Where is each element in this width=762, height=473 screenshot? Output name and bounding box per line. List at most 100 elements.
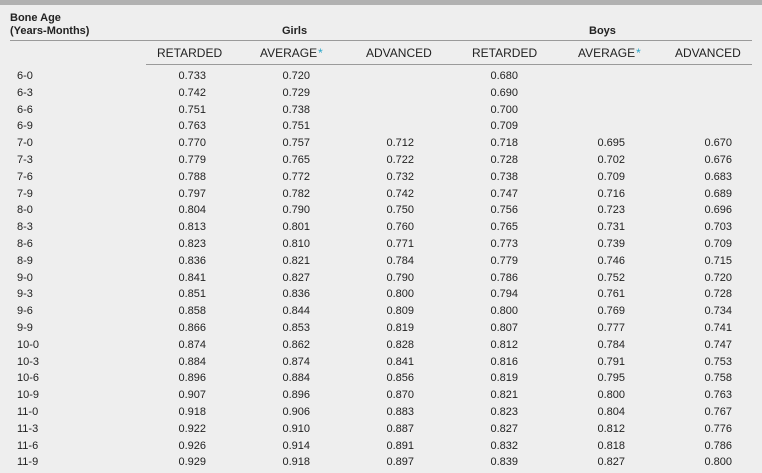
boys-advanced-cell: 0.747 xyxy=(704,338,732,351)
boys-retarded-header: RETARDED xyxy=(472,46,538,60)
girls-average-cell: 0.827 xyxy=(282,271,310,284)
girls-retarded-cell: 0.823 xyxy=(178,237,206,250)
girls-average-cell: 0.720 xyxy=(282,70,310,82)
boys-average-cell: 0.761 xyxy=(597,288,625,301)
table-row: 6-6 0.751 0.738 0.700 xyxy=(0,102,762,119)
boys-average-cell: 0.818 xyxy=(597,439,625,452)
girls-average-cell: 0.751 xyxy=(282,120,310,133)
bone-age-cell: 11-3 xyxy=(17,422,39,435)
asterisk-mark: * xyxy=(318,46,323,60)
girls-retarded-cell: 0.858 xyxy=(178,305,206,318)
girls-average-cell: 0.729 xyxy=(282,86,310,99)
boys-retarded-cell: 0.823 xyxy=(490,405,518,418)
girls-retarded-cell: 0.922 xyxy=(178,422,206,435)
bone-age-cell: 8-0 xyxy=(17,204,33,217)
girls-average-cell: 0.782 xyxy=(282,187,310,200)
girls-average-cell: 0.914 xyxy=(282,439,310,452)
table-row: 9-6 0.858 0.844 0.809 0.800 0.769 0.734 xyxy=(0,303,762,320)
table-row: 11-9 0.929 0.918 0.897 0.839 0.827 0.800 xyxy=(0,454,762,471)
boys-retarded-cell: 0.728 xyxy=(490,153,518,166)
girls-average-cell: 0.757 xyxy=(282,137,310,150)
girls-average-cell: 0.836 xyxy=(282,288,310,301)
girls-retarded-cell: 0.874 xyxy=(178,338,206,351)
bone-age-cell: 10-3 xyxy=(17,355,40,368)
table-row: 9-3 0.851 0.836 0.800 0.794 0.761 0.728 xyxy=(0,286,762,303)
boys-header: Boys xyxy=(589,25,616,37)
boys-retarded-cell: 0.827 xyxy=(490,422,518,435)
girls-advanced-cell: 0.897 xyxy=(386,456,414,469)
bone-age-cell: 11-0 xyxy=(17,405,39,418)
boys-advanced-cell: 0.715 xyxy=(704,254,732,267)
boys-advanced-header: ADVANCED xyxy=(675,46,741,60)
girls-retarded-cell: 0.779 xyxy=(178,153,206,166)
girls-average-cell: 0.906 xyxy=(282,405,310,418)
table-row: 10-0 0.874 0.862 0.828 0.812 0.784 0.747 xyxy=(0,337,762,354)
table-row: 7-3 0.779 0.765 0.722 0.728 0.702 0.676 xyxy=(0,152,762,169)
boys-advanced-cell: 0.767 xyxy=(704,405,732,418)
table-row: 8-0 0.804 0.790 0.750 0.756 0.723 0.696 xyxy=(0,202,762,219)
girls-average-label: AVERAGE xyxy=(260,46,318,60)
girls-average-header: AVERAGE* xyxy=(260,46,323,60)
table-row: 9-0 0.841 0.827 0.790 0.786 0.752 0.720 xyxy=(0,270,762,287)
bone-age-cell: 7-6 xyxy=(17,170,33,183)
girls-advanced-cell: 0.742 xyxy=(386,187,414,200)
girls-retarded-cell: 0.907 xyxy=(178,389,206,402)
boys-retarded-cell: 0.773 xyxy=(490,237,518,250)
girls-retarded-cell: 0.770 xyxy=(178,137,206,150)
table-row: 8-9 0.836 0.821 0.784 0.779 0.746 0.715 xyxy=(0,253,762,270)
girls-retarded-cell: 0.884 xyxy=(178,355,206,368)
bone-age-cell: 8-6 xyxy=(17,237,33,250)
boys-average-cell: 0.791 xyxy=(597,355,625,368)
boys-average-cell: 0.709 xyxy=(597,170,625,183)
girls-retarded-cell: 0.763 xyxy=(178,120,206,133)
table-row: 11-0 0.918 0.906 0.883 0.823 0.804 0.767 xyxy=(0,404,762,421)
boys-average-cell: 0.716 xyxy=(597,187,625,200)
table-row: 6-0 0.733 0.720 0.680 xyxy=(0,68,762,85)
boys-average-cell: 0.752 xyxy=(597,271,625,284)
girls-retarded-cell: 0.804 xyxy=(178,204,206,217)
boys-average-cell: 0.777 xyxy=(597,321,625,334)
girls-average-cell: 0.738 xyxy=(282,103,310,116)
boys-advanced-cell: 0.763 xyxy=(704,389,732,402)
girls-advanced-cell: 0.722 xyxy=(386,153,414,166)
boys-advanced-cell: 0.720 xyxy=(704,271,732,284)
boys-advanced-cell: 0.800 xyxy=(704,456,732,469)
boys-retarded-cell: 0.800 xyxy=(490,305,518,318)
table-row: 7-9 0.797 0.782 0.742 0.747 0.716 0.689 xyxy=(0,186,762,203)
girls-retarded-cell: 0.797 xyxy=(178,187,206,200)
stub-header-line1: Bone Age xyxy=(10,12,61,24)
boys-average-cell: 0.827 xyxy=(597,456,625,469)
boys-advanced-cell: 0.786 xyxy=(704,439,732,452)
boys-average-cell: 0.723 xyxy=(597,204,625,217)
boys-retarded-cell: 0.690 xyxy=(490,86,518,99)
table-row: 11-3 0.922 0.910 0.887 0.827 0.812 0.776 xyxy=(0,421,762,438)
table-row: 10-6 0.896 0.884 0.856 0.819 0.795 0.758 xyxy=(0,370,762,387)
bone-age-cell: 8-9 xyxy=(17,254,33,267)
girls-retarded-cell: 0.896 xyxy=(178,372,206,385)
boys-advanced-cell: 0.734 xyxy=(704,305,732,318)
girls-advanced-cell: 0.732 xyxy=(386,170,414,183)
boys-advanced-cell: 0.776 xyxy=(704,422,732,435)
header-rule xyxy=(10,40,752,41)
boys-advanced-cell: 0.689 xyxy=(704,187,732,200)
bone-age-cell: 11-6 xyxy=(17,439,39,452)
boys-average-cell: 0.702 xyxy=(597,153,625,166)
boys-retarded-cell: 0.812 xyxy=(490,338,518,351)
boys-average-cell: 0.731 xyxy=(597,221,625,234)
bone-age-cell: 10-0 xyxy=(17,338,40,351)
boys-retarded-cell: 0.779 xyxy=(490,254,518,267)
girls-average-cell: 0.874 xyxy=(282,355,310,368)
girls-average-cell: 0.810 xyxy=(282,237,310,250)
bone-age-cell: 6-9 xyxy=(17,120,33,133)
bone-age-cell: 9-3 xyxy=(17,288,33,301)
boys-average-label: AVERAGE xyxy=(578,46,636,60)
table-row: 10-9 0.907 0.896 0.870 0.821 0.800 0.763 xyxy=(0,387,762,404)
girls-advanced-cell: 0.841 xyxy=(386,355,414,368)
girls-retarded-cell: 0.918 xyxy=(178,405,206,418)
table-row: 6-3 0.742 0.729 0.690 xyxy=(0,85,762,102)
boys-average-cell: 0.795 xyxy=(597,372,625,385)
table-row: 9-9 0.866 0.853 0.819 0.807 0.777 0.741 xyxy=(0,320,762,337)
boys-retarded-cell: 0.700 xyxy=(490,103,518,116)
girls-average-cell: 0.765 xyxy=(282,153,310,166)
girls-retarded-cell: 0.836 xyxy=(178,254,206,267)
